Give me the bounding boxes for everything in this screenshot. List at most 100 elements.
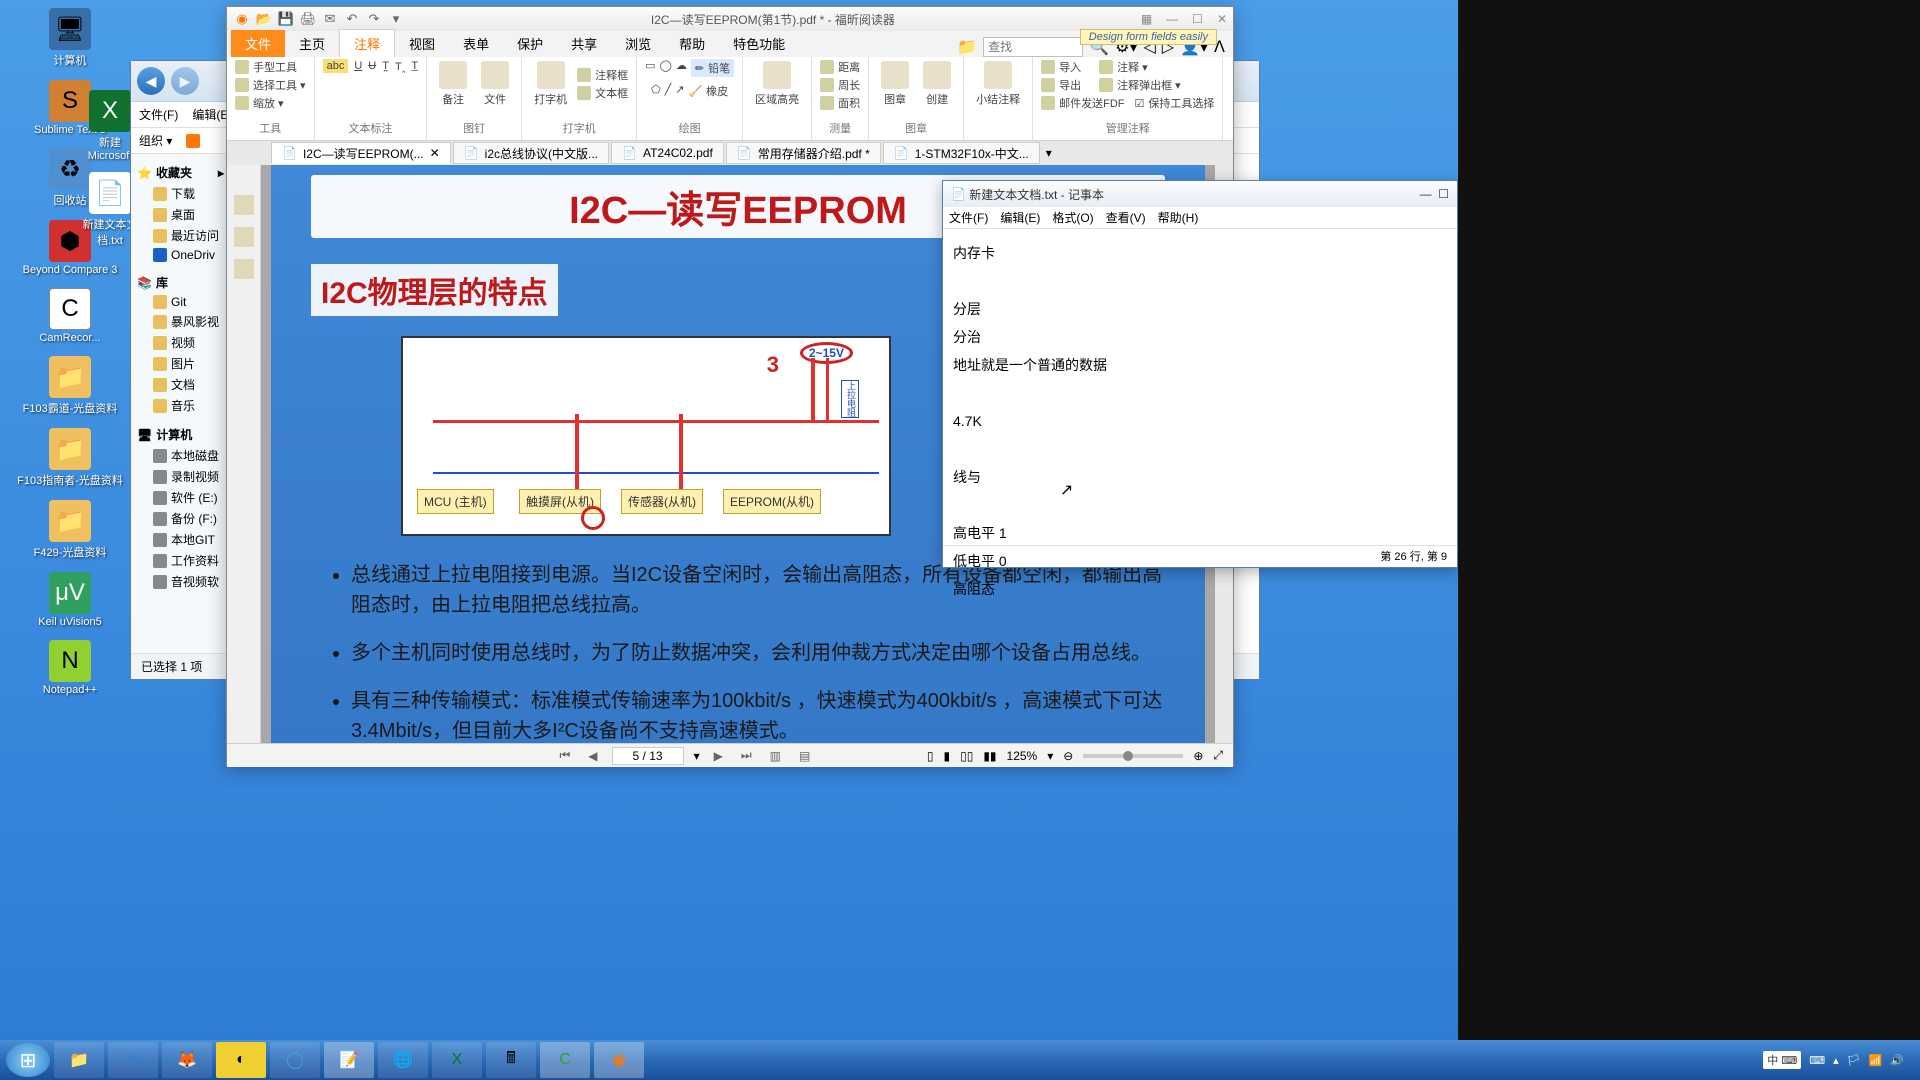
next-page[interactable]: ▶ — [710, 749, 727, 763]
network-icon[interactable]: 📶 — [1869, 1054, 1883, 1067]
minimize-button[interactable]: — — [1420, 187, 1432, 201]
task-app[interactable]: ◐ — [216, 1042, 266, 1078]
volume-icon[interactable]: 🔊 — [1890, 1054, 1904, 1067]
zoom-tool[interactable]: 缩放 ▾ — [235, 95, 284, 111]
doc-tab[interactable]: 📄i2c总线协议(中文版... — [453, 142, 609, 164]
sidebar-item[interactable]: 暴风影视 — [137, 311, 224, 332]
insert-icon[interactable]: T̲ — [411, 60, 418, 72]
hand-tool[interactable]: 手型工具 — [235, 59, 297, 75]
zoom-out[interactable]: ⊖ — [1063, 749, 1073, 763]
find-input[interactable] — [983, 37, 1083, 57]
keep-tool-check[interactable]: ☑保持工具选择 — [1134, 95, 1214, 111]
area-tool[interactable]: 面积 — [820, 95, 860, 111]
view-single[interactable]: ▯ — [927, 749, 934, 763]
tab-form[interactable]: 表单 — [449, 30, 503, 57]
zoom-in[interactable]: ⊕ — [1193, 749, 1203, 763]
create-button[interactable]: 创建 — [919, 59, 955, 109]
tab-share[interactable]: 共享 — [557, 30, 611, 57]
save-icon[interactable]: 💾 — [277, 10, 295, 28]
file-button[interactable]: 文件 — [477, 59, 513, 109]
close-tab-icon[interactable]: ✕ — [430, 146, 440, 160]
callout-button[interactable]: 注释框 — [577, 67, 628, 83]
last-page[interactable]: ⏭ — [737, 748, 756, 763]
bookmark-icon[interactable] — [234, 227, 254, 247]
view-mode-icon[interactable]: ▦ — [1141, 12, 1152, 26]
desktop-icon[interactable]: CCamRecor... — [4, 288, 136, 344]
print-icon[interactable]: 🖨 — [299, 10, 317, 28]
sidebar-item[interactable]: 视频 — [137, 332, 224, 353]
computer-head[interactable]: 🖥 计算机 — [137, 424, 224, 445]
arrow-icon[interactable]: ↗ — [675, 83, 684, 99]
page-indicator[interactable]: 5 / 13 — [612, 747, 684, 765]
desktop-icon[interactable]: 📁F103指南者-光盘资料 — [4, 428, 136, 488]
sidebar-item[interactable]: 录制视频 — [137, 466, 224, 487]
layout-icon[interactable]: ▥ — [766, 749, 785, 763]
textbox-button[interactable]: 文本框 — [577, 85, 628, 101]
tab-file[interactable]: 文件 — [231, 30, 285, 57]
distance-tool[interactable]: 距离 — [820, 59, 860, 75]
sidebar-item[interactable]: 备份 (F:) — [137, 508, 224, 529]
layout-icon[interactable]: ▤ — [795, 749, 814, 763]
polygon-icon[interactable]: ⬠ — [651, 83, 661, 99]
sidebar-item[interactable]: 软件 (E:) — [137, 487, 224, 508]
sidebar-item[interactable]: 音乐 — [137, 395, 224, 416]
sidebar-item[interactable]: 图片 — [137, 353, 224, 374]
eraser-button[interactable]: 🧹橡皮 — [688, 83, 728, 99]
import-button[interactable]: 导入 — [1041, 59, 1081, 75]
perimeter-tool[interactable]: 周长 — [820, 77, 860, 93]
find-folder-icon[interactable]: 📁 — [957, 37, 977, 57]
tab-dropdown[interactable]: ▾ — [1046, 146, 1052, 160]
pencil-button[interactable]: ✏铅笔 — [691, 59, 734, 77]
tab-protect[interactable]: 保护 — [503, 30, 557, 57]
libraries-head[interactable]: 📚 库 — [137, 272, 224, 293]
squiggle-icon[interactable]: T̰ — [382, 60, 389, 72]
redo-icon[interactable]: ↷ — [365, 10, 383, 28]
open-icon[interactable]: 📂 — [255, 10, 273, 28]
doc-tab[interactable]: 📄I2C—读写EEPROM(...✕ — [271, 142, 451, 164]
zoom-slider[interactable] — [1083, 754, 1183, 758]
thumbnail-icon[interactable] — [234, 195, 254, 215]
attachment-icon[interactable] — [234, 259, 254, 279]
doc-tab[interactable]: 📄1-STM32F10x-中文... — [883, 142, 1040, 164]
favorites-head[interactable]: ⭐ 收藏夹▸ — [137, 162, 224, 183]
replace-icon[interactable]: T‸ — [395, 60, 405, 73]
menu-file[interactable]: 文件(F) — [139, 106, 178, 123]
oval-icon[interactable]: ◯ — [660, 59, 672, 77]
tab-help[interactable]: 帮助 — [665, 30, 719, 57]
fullscreen-icon[interactable]: ⤢ — [1213, 748, 1223, 763]
highlight-icon[interactable]: abc — [323, 59, 349, 73]
zoom-level[interactable]: 125% — [1007, 749, 1038, 763]
menu-file[interactable]: 文件(F) — [949, 209, 988, 226]
minimize-button[interactable]: — — [1166, 12, 1178, 26]
task-calc[interactable]: 🖩 — [486, 1042, 536, 1078]
popup-button[interactable]: 注释弹出框 ▾ — [1099, 77, 1181, 93]
task-app[interactable]: ◯ — [270, 1042, 320, 1078]
tray-expand[interactable]: ▴ — [1833, 1054, 1839, 1067]
task-excel[interactable]: X — [432, 1042, 482, 1078]
sidebar-item[interactable]: 桌面 — [137, 204, 224, 225]
sidebar-item[interactable]: 最近访问 — [137, 225, 224, 246]
forward-button[interactable]: ▶ — [171, 67, 199, 95]
task-firefox[interactable]: 🦊 — [162, 1042, 212, 1078]
task-explorer[interactable]: 📁 — [54, 1042, 104, 1078]
underline-icon[interactable]: U — [354, 60, 362, 72]
summary-button[interactable]: 小结注释 — [972, 59, 1024, 109]
page-dropdown[interactable]: ▾ — [694, 749, 700, 763]
tab-home[interactable]: 主页 — [285, 30, 339, 57]
back-button[interactable]: ◀ — [137, 67, 165, 95]
start-button[interactable]: ⊞ — [6, 1043, 50, 1077]
desktop-icon[interactable]: μVKeil uVision5 — [4, 572, 136, 628]
typewriter-button[interactable]: 打字机 — [530, 59, 571, 109]
email-icon[interactable]: ✉ — [321, 10, 339, 28]
note-button[interactable]: 备注 — [435, 59, 471, 109]
comment-button[interactable]: 注释 ▾ — [1099, 59, 1148, 75]
sidebar-item[interactable]: Git — [137, 293, 224, 311]
line-icon[interactable]: ╱ — [665, 83, 672, 99]
send-fdf-button[interactable]: 邮件发送FDF — [1041, 95, 1124, 111]
notepad-textarea[interactable]: 内存卡 分层 分治 地址就是一个普通的数据 4.7K 线与 高电平 1 低电平 … — [943, 229, 1457, 545]
tab-browse[interactable]: 浏览 — [611, 30, 665, 57]
menu-edit[interactable]: 编辑(E) — [1000, 209, 1040, 226]
sidebar-item[interactable]: 文档 — [137, 374, 224, 395]
desktop-icon[interactable]: 🖥计算机 — [4, 8, 136, 68]
view-cont[interactable]: ▮ — [943, 749, 950, 763]
